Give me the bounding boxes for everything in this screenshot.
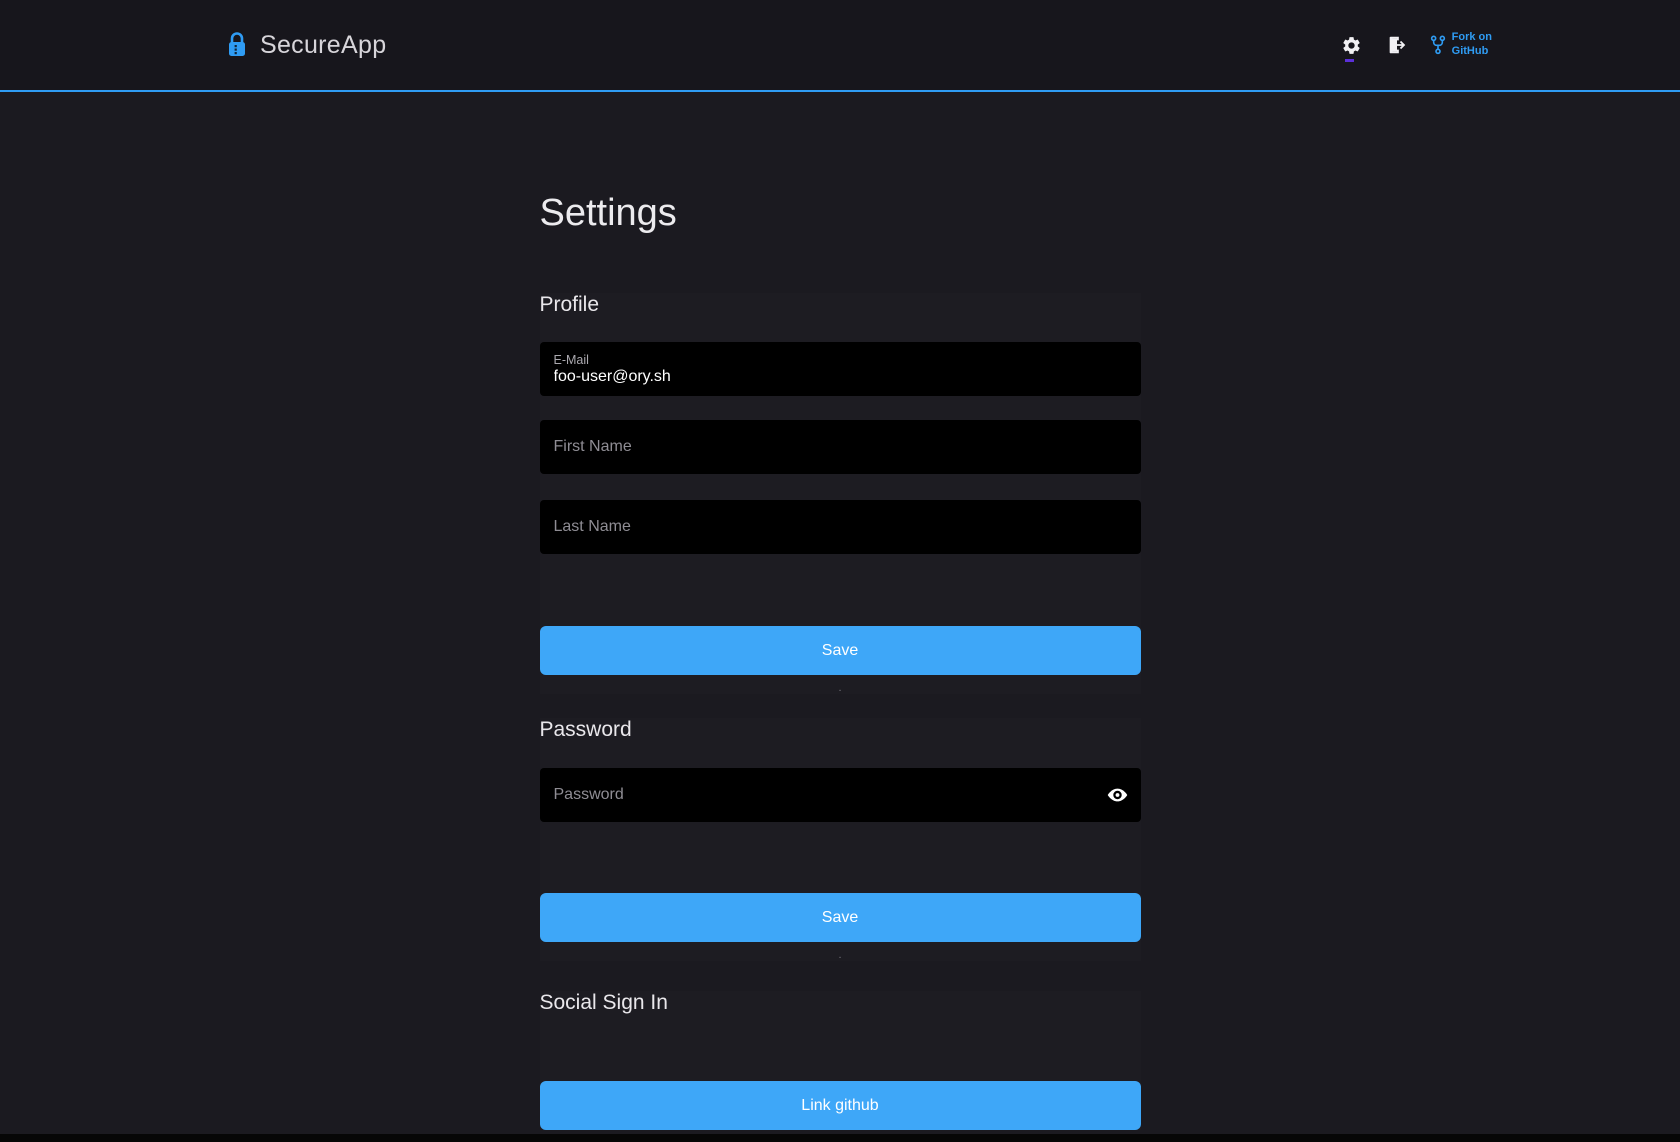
toggle-password-visibility-button[interactable] xyxy=(1106,784,1129,807)
email-label: E-Mail xyxy=(554,353,1127,367)
email-field[interactable]: E-Mail xyxy=(540,342,1141,396)
gear-active-indicator xyxy=(1345,59,1354,62)
social-sign-in-heading: Social Sign In xyxy=(540,991,1141,1015)
social-sign-in-section: Social Sign In Link github xyxy=(540,991,1141,1130)
link-github-button[interactable]: Link github xyxy=(540,1081,1141,1130)
eye-icon xyxy=(1106,784,1129,807)
save-profile-button[interactable]: Save xyxy=(540,626,1141,675)
email-input[interactable] xyxy=(554,368,1127,386)
settings-page: Settings Profile E-Mail Save . Password xyxy=(540,192,1141,1130)
logout-button[interactable] xyxy=(1384,32,1410,58)
page-title: Settings xyxy=(540,192,1141,235)
source-fork-icon xyxy=(1430,34,1446,56)
last-name-field[interactable] xyxy=(540,500,1141,554)
lock-icon xyxy=(226,32,248,59)
password-section: Password Save . xyxy=(540,718,1141,961)
save-password-button[interactable]: Save xyxy=(540,893,1141,942)
app-header: SecureApp xyxy=(0,0,1680,92)
viewport-bottom-strip xyxy=(0,1134,1680,1142)
profile-heading: Profile xyxy=(540,293,1141,317)
fork-link-label: Fork on GitHub xyxy=(1452,31,1492,59)
gear-icon xyxy=(1341,35,1362,56)
profile-section: Profile E-Mail Save . xyxy=(540,293,1141,694)
password-heading: Password xyxy=(540,718,1141,742)
app-logo: SecureApp xyxy=(226,31,386,60)
settings-gear-button[interactable] xyxy=(1339,33,1364,58)
fork-on-github-link[interactable]: Fork on GitHub xyxy=(1430,31,1492,59)
password-input[interactable] xyxy=(554,786,1127,804)
password-form-message: . xyxy=(540,949,1141,961)
app-title: SecureApp xyxy=(260,31,386,60)
last-name-input[interactable] xyxy=(554,518,1127,536)
first-name-field[interactable] xyxy=(540,420,1141,474)
first-name-input[interactable] xyxy=(554,438,1127,456)
profile-form-message: . xyxy=(540,682,1141,694)
password-field[interactable] xyxy=(540,768,1141,822)
logout-icon xyxy=(1386,34,1408,56)
header-actions: Fork on GitHub xyxy=(1339,31,1492,59)
